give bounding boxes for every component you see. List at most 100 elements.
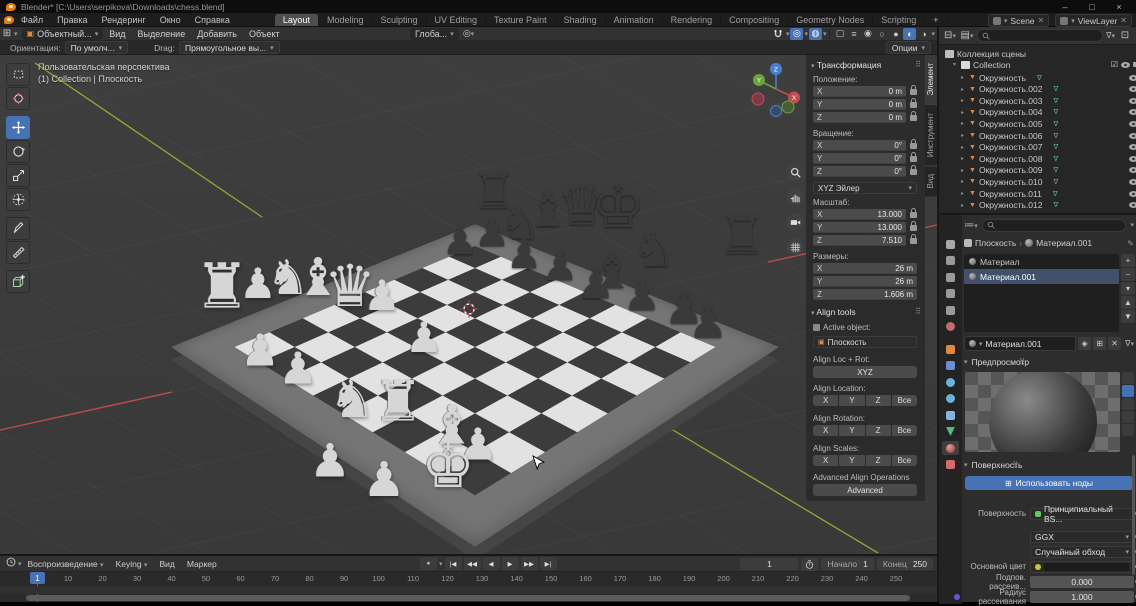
toggle-xray-button[interactable]: ◉ xyxy=(861,28,874,40)
properties-search-input[interactable] xyxy=(982,218,1127,232)
field-scale-y[interactable]: Y 13.000 xyxy=(813,221,917,233)
viewport-3d[interactable]: ♜ ♝ ♛ ♚ ♞ ♟ ♟ ♜ ♞ ♟ ♟ ♝ ♞ ♝ ♟ ♟ ♛ ♜ ♟ ♟ ♟ ♟ ♟ ♟ ♟ ♞ ♜ ♝ ♟ ♟ ♚ ♟ Пользов… xyxy=(0,55,937,554)
properties-tab-object-data[interactable] xyxy=(942,425,959,439)
preview-monkey-button[interactable] xyxy=(1122,411,1134,423)
outliner-row-окружность-002[interactable]: ▸ ▼ Окружность.002 ∇ xyxy=(939,84,1136,95)
align-location-z-button[interactable]: Z xyxy=(865,395,891,406)
align-rotation-все-button[interactable]: Все xyxy=(891,425,917,436)
filter-icon[interactable]: ∇▾ xyxy=(1106,31,1115,40)
hide-viewport-icon[interactable] xyxy=(1129,202,1136,209)
move-slot-down-button[interactable]: ▼ xyxy=(1121,310,1135,323)
play-button[interactable]: ▶ xyxy=(501,557,519,570)
hide-viewport-icon[interactable] xyxy=(1129,132,1136,139)
chess-piece-black-pawn[interactable]: ♟ xyxy=(506,235,542,275)
advanced-button[interactable]: Advanced xyxy=(813,484,917,496)
sidebar-tab-инструмент[interactable]: Инструмент xyxy=(925,104,937,165)
field-scale-x[interactable]: X 13.000 xyxy=(813,208,917,220)
workspace-tab-animation[interactable]: Animation xyxy=(606,13,663,26)
align-scales-y-button[interactable]: Y xyxy=(839,455,865,466)
toggle-orthographic-button[interactable] xyxy=(786,238,804,256)
properties-tab-material[interactable] xyxy=(942,441,959,455)
field-dimensions-x[interactable]: X 26 m xyxy=(813,263,917,274)
lock-location-z-icon[interactable] xyxy=(910,111,917,121)
add-slot-button[interactable]: + xyxy=(1121,254,1135,267)
rotate-tool-button[interactable] xyxy=(6,140,30,163)
move-tool-button[interactable] xyxy=(6,116,30,139)
add-cube-tool-button[interactable] xyxy=(6,270,30,293)
select-box-tool-button[interactable] xyxy=(6,63,30,86)
chess-piece-black-pawn[interactable]: ♟ xyxy=(442,221,478,261)
outliner-row-окружность-005[interactable]: ▸ ▼ Окружность.005 ∇ xyxy=(939,118,1136,129)
lock-scale-z-icon[interactable] xyxy=(910,234,917,244)
hide-viewport-icon[interactable] xyxy=(1129,190,1136,197)
unlink-material-button[interactable]: ✕ xyxy=(1108,337,1122,350)
navigation-gizmo[interactable]: Z X Y xyxy=(748,61,804,117)
chess-piece-black-pawn[interactable]: ♟ xyxy=(623,275,661,317)
minimize-button[interactable]: – xyxy=(1054,2,1076,12)
maximize-button[interactable]: □ xyxy=(1081,2,1103,12)
close-button[interactable]: × xyxy=(1108,2,1130,12)
hide-viewport-icon[interactable] xyxy=(1129,178,1136,185)
chess-piece-black-pawn[interactable]: ♟ xyxy=(542,247,578,287)
align-scales-x-button[interactable]: X xyxy=(813,455,839,466)
lock-location-x-icon[interactable] xyxy=(910,85,917,95)
outliner-row-окружность-004[interactable]: ▸ ▼ Окружность.004 ∇ xyxy=(939,107,1136,118)
preview-cube-button[interactable] xyxy=(1122,398,1134,410)
auto-keying-button[interactable]: ● xyxy=(420,557,437,570)
workspace-tab-modeling[interactable]: Modeling xyxy=(319,13,373,26)
align-location-y-button[interactable]: Y xyxy=(839,395,865,406)
current-frame-indicator[interactable]: 1 xyxy=(30,572,45,584)
next-keyframe-button[interactable]: ▶▶ xyxy=(520,557,538,570)
hide-viewport-icon[interactable] xyxy=(1129,144,1136,151)
properties-scrollbar[interactable] xyxy=(1132,455,1135,575)
material-name-field[interactable]: ▾ Материал.001 xyxy=(964,336,1077,351)
align-tools-panel-header[interactable]: ▾ Align tools xyxy=(811,307,856,317)
hide-viewport-icon[interactable] xyxy=(1129,167,1136,174)
subsurface-method-dropdown[interactable]: Случайный обход ▾ xyxy=(1030,545,1134,558)
chess-piece-white-knight[interactable]: ♞ xyxy=(329,374,376,426)
workspace-tab-shading[interactable]: Shading xyxy=(556,13,606,26)
shading-settings-dropdown[interactable]: ▾ xyxy=(931,30,935,38)
chess-piece-black-rook[interactable]: ♜ xyxy=(718,208,766,262)
timeline-scrollbar[interactable] xyxy=(26,595,910,601)
timeline-menu-маркер[interactable]: Маркер xyxy=(181,559,223,569)
chess-piece-black-pawn[interactable]: ♟ xyxy=(474,213,510,253)
show-overlays-toggle[interactable]: ≡ xyxy=(847,28,860,40)
gizmo-settings-dropdown[interactable]: ▾ xyxy=(823,30,827,38)
align-xyz-button[interactable]: XYZ xyxy=(813,366,917,378)
pin-id-icon[interactable]: ✎ xyxy=(1127,239,1134,248)
distribution-dropdown[interactable]: GGX ▾ xyxy=(1030,530,1134,543)
subsurface-value-field[interactable]: 0.000 xyxy=(1030,575,1134,588)
chess-piece-black-pawn[interactable]: ♟ xyxy=(688,301,727,345)
field-location-z[interactable]: Z0 m xyxy=(813,111,917,123)
outliner-search-input[interactable] xyxy=(977,29,1104,42)
workspace-tab-compositing[interactable]: Compositing xyxy=(721,13,789,26)
outliner-row-окружность-006[interactable]: ▸ ▼ Окружность.006 ∇ xyxy=(939,130,1136,141)
outliner-display-mode-icon[interactable]: ▤▾ xyxy=(960,30,974,41)
camera-view-button[interactable] xyxy=(786,213,804,231)
unlink-scene-icon[interactable]: ✕ xyxy=(1038,16,1045,25)
transform-orientation-dropdown[interactable]: Глоба... ▾ xyxy=(410,27,459,40)
hide-viewport-icon[interactable] xyxy=(1129,86,1136,93)
chess-piece-white-rook[interactable]: ♜ xyxy=(194,255,250,317)
transform-tool-button[interactable] xyxy=(6,188,30,211)
shading-solid-button[interactable]: ● xyxy=(889,28,902,40)
drag-dropdown[interactable]: Прямоугольное вы... ▾ xyxy=(178,41,280,54)
axis-y-negative-handle[interactable] xyxy=(781,100,795,114)
workspace-tab-rendering[interactable]: Rendering xyxy=(663,13,722,26)
viewport-menu-выделение[interactable]: Выделение xyxy=(132,29,192,39)
chess-piece-white-pawn[interactable]: ♟ xyxy=(362,456,405,504)
chess-piece-white-rook[interactable]: ♜ xyxy=(373,374,423,431)
properties-tab-particles[interactable] xyxy=(942,375,959,389)
active-object-field[interactable]: ▣ Плоскость xyxy=(813,336,917,348)
lock-rotation-y-icon[interactable] xyxy=(910,152,917,162)
viewport-menu-добавить[interactable]: Добавить xyxy=(191,29,243,39)
frame-end-field[interactable]: Конец 250 xyxy=(876,558,933,570)
orientation-dropdown[interactable]: По умолч... ▾ xyxy=(64,41,129,54)
slot-specials-dropdown[interactable]: ▾ xyxy=(1121,282,1135,295)
outliner-row-окружность-010[interactable]: ▸ ▼ Окружность.010 ∇ xyxy=(939,176,1136,187)
proportional-settings-dropdown[interactable]: ▾ xyxy=(804,30,808,38)
viewport-menu-вид[interactable]: Вид xyxy=(103,29,131,39)
new-material-button[interactable]: ⊞ xyxy=(1093,337,1107,350)
timeline-keyframe-area[interactable] xyxy=(0,586,937,594)
